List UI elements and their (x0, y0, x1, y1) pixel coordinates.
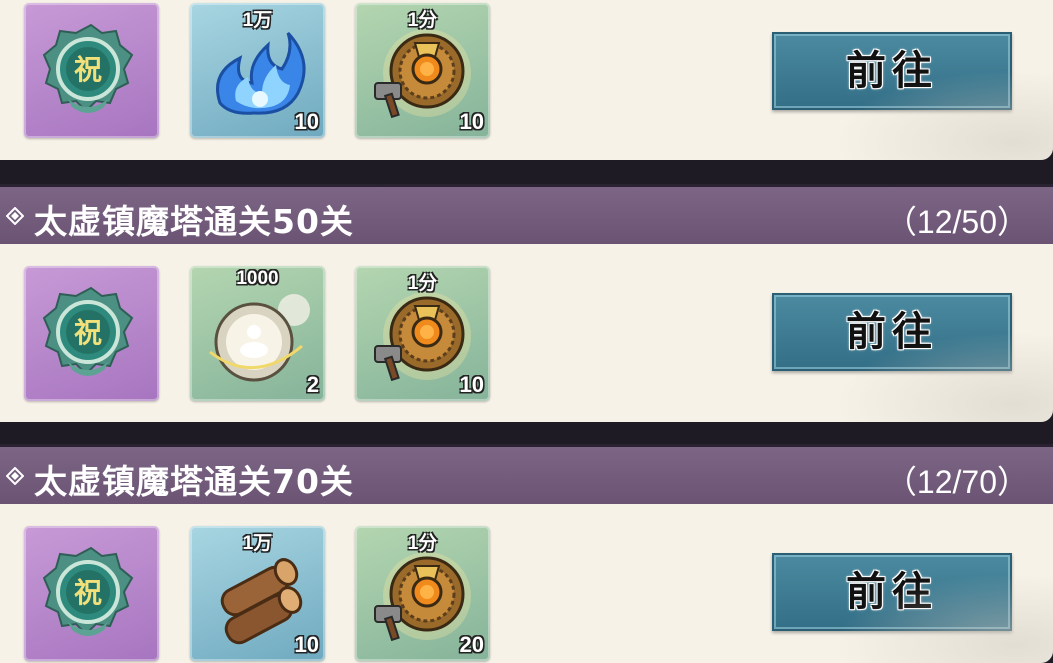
reward-slot-blue-flame[interactable]: 1万 10 (190, 3, 325, 138)
task-progress: （12/50） (884, 204, 1029, 240)
task-header: 太虚镇魔塔通关50关 （12/50） (0, 184, 1053, 244)
reward-slot-meditation-orb[interactable]: 1000 2 (190, 266, 325, 401)
reward-slot-wood-logs[interactable]: 1万 10 (190, 526, 325, 661)
reward-slot-compass[interactable]: 1分 20 (355, 526, 490, 661)
task-title: 太虚镇魔塔通关70关 (34, 462, 354, 501)
reward-count: 10 (459, 372, 484, 397)
task-card: 1万 10 1分 20 前往 (0, 504, 1053, 663)
reward-slot-blessing-token[interactable] (24, 3, 159, 138)
reward-top-label: 1万 (242, 533, 273, 554)
reward-count: 10 (294, 109, 319, 134)
task-header: 太虚镇魔塔通关70关 （12/70） (0, 444, 1053, 504)
go-button[interactable]: 前往 (772, 293, 1012, 371)
blessing-token-icon (42, 546, 134, 638)
diamond-bullet-icon (6, 207, 24, 225)
reward-slot-blessing-token[interactable] (24, 266, 159, 401)
reward-count: 20 (459, 632, 484, 657)
reward-top-label: 1分 (407, 10, 438, 31)
reward-count: 2 (306, 372, 319, 397)
task-progress: （12/70） (884, 464, 1029, 500)
reward-count: 10 (294, 632, 319, 657)
go-button[interactable]: 前往 (772, 553, 1012, 631)
diamond-bullet-icon (6, 467, 24, 485)
task-title: 太虚镇魔塔通关50关 (34, 202, 354, 241)
reward-slot-compass[interactable]: 1分 10 (355, 266, 490, 401)
task-card: 1万 10 1分 10 前往 (0, 0, 1053, 160)
reward-top-label: 1000 (236, 268, 279, 289)
reward-top-label: 1分 (407, 533, 438, 554)
task-card: 1000 2 1分 10 前往 (0, 244, 1053, 422)
blessing-token-icon (42, 23, 134, 115)
reward-top-label: 1分 (407, 273, 438, 294)
reward-top-label: 1万 (242, 10, 273, 31)
go-button[interactable]: 前往 (772, 32, 1012, 110)
reward-slot-compass[interactable]: 1分 10 (355, 3, 490, 138)
blessing-token-icon (42, 286, 134, 378)
reward-count: 10 (459, 109, 484, 134)
reward-slot-blessing-token[interactable] (24, 526, 159, 661)
